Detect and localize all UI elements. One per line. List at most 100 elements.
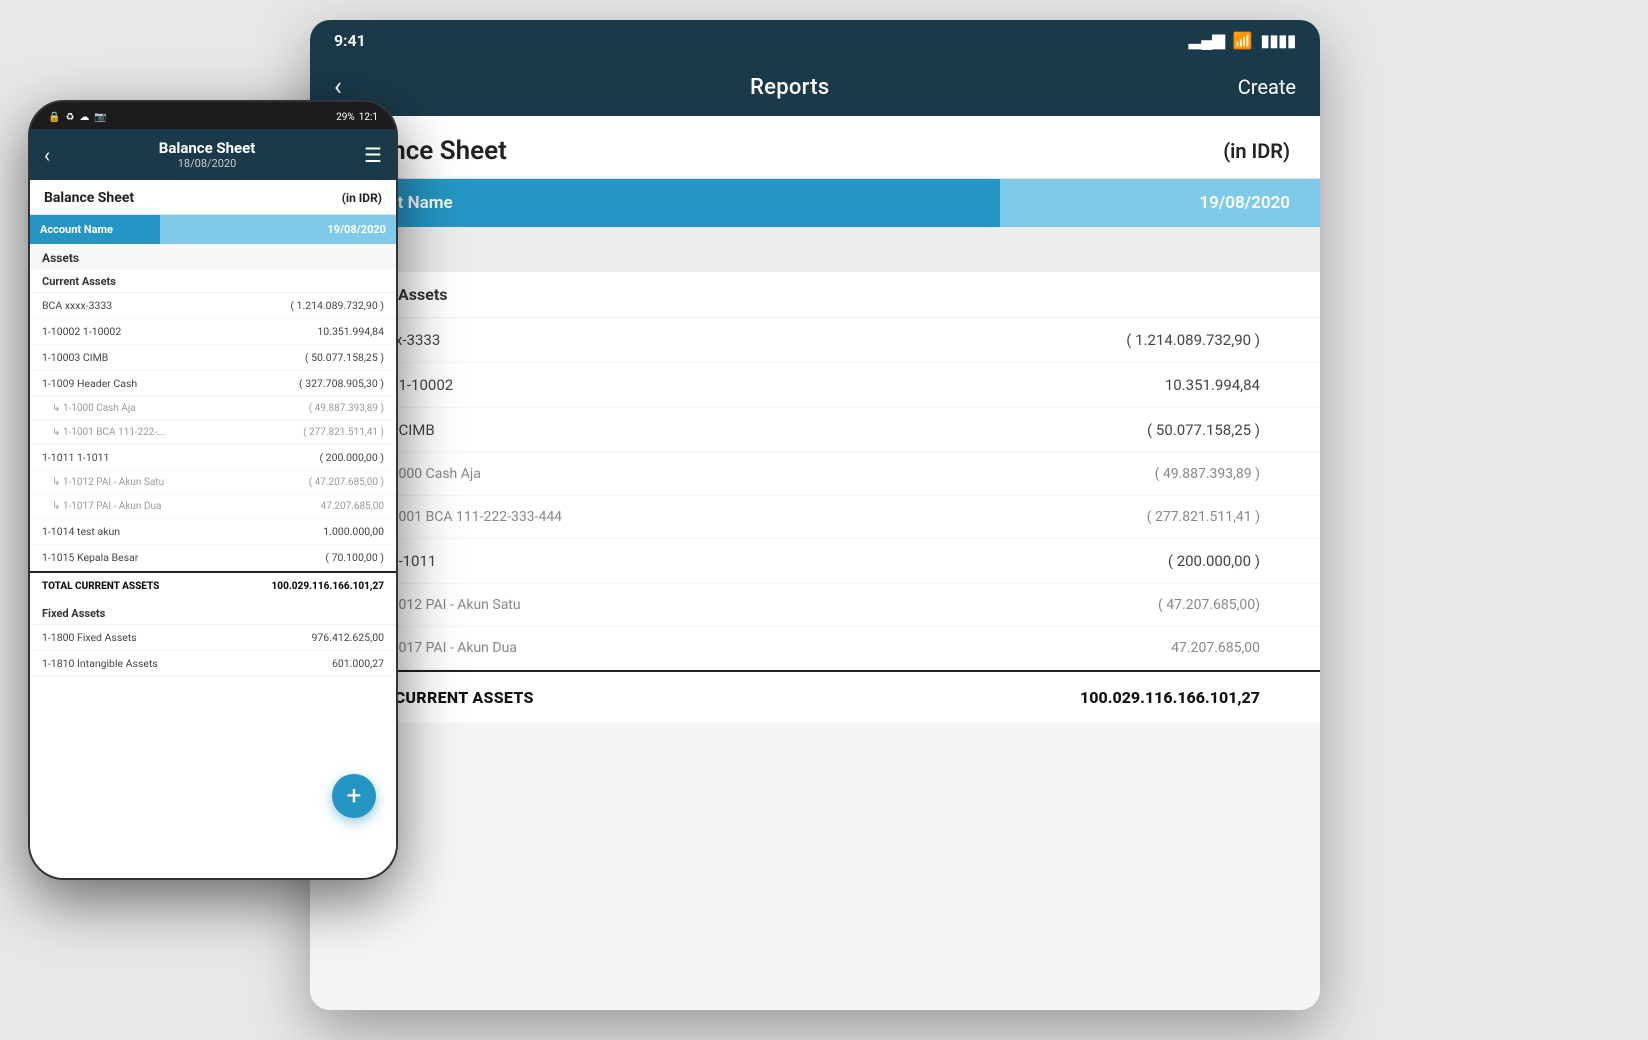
phone-assets-section: Assets [30, 244, 396, 269]
assets-section: Assets [310, 227, 1320, 272]
tablet-sheet-header: Balance Sheet (in IDR) [310, 116, 1320, 179]
phone-status-right: 29% 12:1 [336, 112, 378, 123]
row-value: 10.351.994,84 [284, 325, 384, 338]
row-name: 1-1810 Intangible Assets [42, 657, 284, 670]
col-account-name: Account Name [310, 179, 1000, 227]
row-name: 1-1014 test akun [42, 525, 284, 538]
phone-nav-main-title: Balance Sheet [159, 139, 256, 157]
list-item: ↳ 1-1012 PAI - Akun Satu ( 47.207.685,00… [30, 471, 396, 495]
row-value: ( 49.887.393,89 ) [284, 403, 384, 414]
total-current-assets-row: TOTAL CURRENT ASSETS 100.029.116.166.101… [310, 670, 1320, 723]
row-value: ( 49.887.393,89 ) [970, 466, 1290, 482]
list-item: 1-1011 1-1011 ( 200.000,00 ) [30, 445, 396, 471]
table-row: ↳ 1-1017 PAI - Akun Dua 47.207.685,00 [310, 627, 1320, 670]
row-name: 1-1011 1-1011 [42, 451, 284, 464]
phone-col-date: 19/08/2020 [160, 215, 396, 244]
row-value: ( 200.000,00 ) [284, 451, 384, 464]
phone-col-name: Account Name [30, 215, 160, 244]
phone-back-button[interactable]: ‹ [44, 143, 50, 167]
phone-nav-bar: ‹ Balance Sheet 18/08/2020 ☰ [30, 129, 396, 180]
row-name: 1-10002 1-10002 [42, 325, 284, 338]
row-value: ( 70.100,00 ) [284, 551, 384, 564]
tablet-table[interactable]: Account Name 19/08/2020 Assets Current A… [310, 179, 1320, 1010]
tablet-time: 9:41 [334, 31, 366, 50]
filter-button[interactable]: ☰ [364, 143, 382, 167]
row-account-name: ↳ 1-1000 Cash Aja [360, 466, 970, 482]
phone-fixed-assets-section: Fixed Assets [30, 600, 396, 625]
list-item: 1-1015 Kepala Besar ( 70.100,00 ) [30, 545, 396, 571]
list-item: ↳ 1-1017 PAI - Akun Dua 47.207.685,00 [30, 495, 396, 519]
wifi-icon: 📶 [1233, 31, 1253, 50]
refresh-icon: ♻ [65, 112, 74, 123]
table-row: 1-10003 CIMB ( 50.077.158,25 ) [310, 408, 1320, 453]
fab-add-button[interactable]: + [332, 774, 376, 818]
row-name: 1-10003 CIMB [42, 351, 284, 364]
phone-device: 🔒 ♻ ☁ 📷 29% 12:1 ‹ Balance Sheet 18/08/2… [28, 100, 398, 880]
list-item: 1-10002 1-10002 10.351.994,84 [30, 319, 396, 345]
sheet-currency: (in IDR) [1223, 139, 1290, 163]
phone-status-left: 🔒 ♻ ☁ 📷 [48, 112, 107, 123]
row-value: ( 1.214.089.732,90 ) [970, 331, 1290, 349]
phone-total-label: TOTAL CURRENT ASSETS [42, 581, 272, 592]
row-account-name: ↳ 1-1001 BCA 111-222-333-444 [360, 509, 970, 525]
row-name: ↳ 1-1000 Cash Aja [52, 403, 284, 414]
phone-sheet-title: Balance Sheet [44, 190, 134, 206]
phone-sheet-header: Balance Sheet (in IDR) [30, 180, 396, 215]
row-value: ( 200.000,00 ) [970, 552, 1290, 570]
row-value: ( 277.821.511,41 ) [970, 509, 1290, 525]
camera-icon: 📷 [94, 112, 106, 123]
phone-current-assets-subsection: Current Assets [30, 269, 396, 293]
row-name: ↳ 1-1017 PAI - Akun Dua [52, 501, 284, 512]
create-button[interactable]: Create [1238, 75, 1296, 99]
list-item: 1-1800 Fixed Assets 976.412.625,00 [30, 625, 396, 651]
row-value: ( 277.821.511,41 ) [284, 427, 384, 438]
table-row: ↳ 1-1000 Cash Aja ( 49.887.393,89 ) [310, 453, 1320, 496]
col-header: Account Name 19/08/2020 [310, 179, 1320, 227]
row-value: 47.207.685,00 [970, 640, 1290, 656]
list-item: 1-1009 Header Cash ( 327.708.905,30 ) [30, 371, 396, 397]
phone-time: 12:1 [359, 112, 378, 123]
cloud-icon: ☁ [79, 112, 89, 123]
row-value: ( 47.207.685,00) [970, 597, 1290, 613]
list-item: ↳ 1-1000 Cash Aja ( 49.887.393,89 ) [30, 397, 396, 421]
list-item: BCA xxxx-3333 ( 1.214.089.732,90 ) [30, 293, 396, 319]
row-value: ( 327.708.905,30 ) [284, 377, 384, 390]
phone-content: Balance Sheet (in IDR) Account Name 19/0… [30, 180, 396, 878]
list-item: ↳ 1-1001 BCA 111-222-... ( 277.821.511,4… [30, 421, 396, 445]
phone-total-current-assets: TOTAL CURRENT ASSETS 100.029.116.166.101… [30, 571, 396, 600]
table-row: 1-10002 1-10002 10.351.994,84 [310, 363, 1320, 408]
tablet-status-bar: 9:41 ▂▄▆ 📶 ▮▮▮▮ [310, 20, 1320, 58]
list-item: 1-1810 Intangible Assets 601.000,27 [30, 651, 396, 677]
row-account-name: 1-10002 1-10002 [340, 376, 970, 394]
row-value: ( 50.077.158,25 ) [970, 421, 1290, 439]
row-account-name: ↳ 1-1017 PAI - Akun Dua [360, 640, 970, 656]
phone-sheet-currency: (in IDR) [342, 191, 382, 205]
list-item: 1-1014 test akun 1.000.000,00 [30, 519, 396, 545]
current-assets-subsection: Current Assets [310, 272, 1320, 318]
row-value: ( 1.214.089.732,90 ) [284, 299, 384, 312]
battery-pct: 29% [336, 112, 355, 123]
row-account-name: 1-10003 CIMB [340, 421, 970, 439]
total-label: TOTAL CURRENT ASSETS [340, 688, 970, 707]
row-account-name: 1-1011 1-1011 [340, 552, 970, 570]
tablet-content: Balance Sheet (in IDR) Account Name 19/0… [310, 116, 1320, 1010]
total-value: 100.029.116.166.101,27 [970, 688, 1290, 707]
table-row: ↳ 1-1012 PAI - Akun Satu ( 47.207.685,00… [310, 584, 1320, 627]
row-account-name: BCA xxxx-3333 [340, 331, 970, 349]
row-value: 47.207.685,00 [284, 501, 384, 512]
battery-icon: ▮▮▮▮ [1261, 31, 1296, 50]
row-name: ↳ 1-1012 PAI - Akun Satu [52, 477, 284, 488]
tablet-status-icons: ▂▄▆ 📶 ▮▮▮▮ [1189, 30, 1296, 50]
row-value: 976.412.625,00 [284, 631, 384, 644]
phone-col-header: Account Name 19/08/2020 [30, 215, 396, 244]
back-button[interactable]: ‹ [334, 72, 342, 102]
col-date: 19/08/2020 [1000, 179, 1320, 227]
phone-nav-title: Balance Sheet 18/08/2020 [159, 139, 256, 170]
row-name: ↳ 1-1001 BCA 111-222-... [52, 427, 284, 438]
tablet-device: 9:41 ▂▄▆ 📶 ▮▮▮▮ ‹ Reports Create Balance… [310, 20, 1320, 1010]
row-value: ( 47.207.685,00 ) [284, 477, 384, 488]
phone-status-bar: 🔒 ♻ ☁ 📷 29% 12:1 [30, 102, 396, 129]
phone-total-value: 100.029.116.166.101,27 [272, 581, 384, 592]
row-value: 10.351.994,84 [970, 376, 1290, 394]
list-item: 1-10003 CIMB ( 50.077.158,25 ) [30, 345, 396, 371]
